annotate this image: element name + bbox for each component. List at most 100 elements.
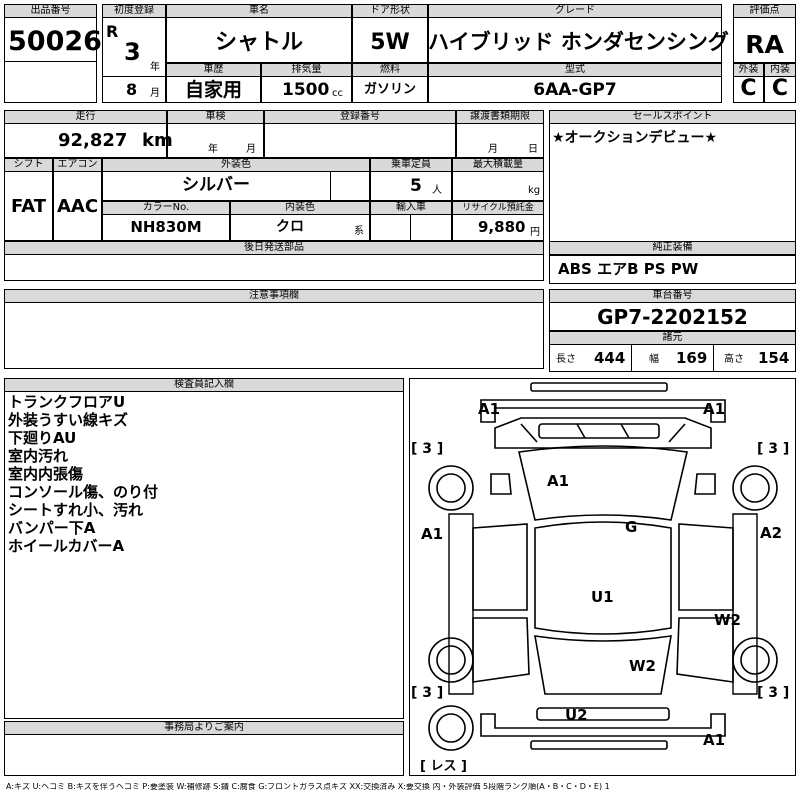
legend: A:キズ U:ヘコミ B:キズを伴うヘコミ P:要塗装 W:補修跡 S:錆 C:… xyxy=(6,783,610,791)
car-name-label: 車名 xyxy=(166,4,352,18)
ac: AAC xyxy=(56,196,99,217)
damage-mark: G xyxy=(625,518,638,536)
model-label: 型式 xyxy=(428,63,722,77)
era-letter: R xyxy=(106,22,119,41)
capacity-label: 乗車定員 xyxy=(370,158,452,172)
chassis-label: 車台番号 xyxy=(549,289,796,303)
inspector-label: 検査員記入欄 xyxy=(4,378,404,392)
transfer-month-unit: 月 xyxy=(488,144,498,155)
inspector-notes: トランクフロアU 外装うすい線キズ 下廻りAU 室内汚れ 室内内張傷 コンソール… xyxy=(8,393,158,555)
max-load-label: 最大積載量 xyxy=(452,158,544,172)
length: 444 xyxy=(594,349,626,367)
damage-mark: A2 xyxy=(760,524,783,542)
equipment-label: 純正装備 xyxy=(549,241,796,255)
inspector-line: 下廻りAU xyxy=(8,429,77,447)
recycle-unit: 円 xyxy=(530,227,540,238)
inspection-year-unit: 年 xyxy=(208,144,218,155)
history: 自家用 xyxy=(184,79,242,101)
spare-tire: [ レス ] xyxy=(420,759,467,774)
ext-color: シルバー xyxy=(182,175,250,195)
height: 154 xyxy=(758,349,790,367)
equipment: ABS エアB PS PW xyxy=(558,260,699,278)
import-label: 輸入車 xyxy=(370,201,452,215)
grade: ハイブリッド ホンダセンシング xyxy=(428,30,729,54)
first-reg-label: 初度登録 xyxy=(102,4,166,18)
width-label: 幅 xyxy=(649,354,659,365)
door-label: ドア形状 xyxy=(352,4,428,18)
grade-label: グレード xyxy=(428,4,722,18)
inspector-line: ホイールカバーA xyxy=(8,537,125,555)
damage-mark: U1 xyxy=(591,588,614,606)
chassis-number: GP7-2202152 xyxy=(597,305,748,329)
office-label: 事務局よりご案内 xyxy=(4,721,404,735)
dims-label: 諸元 xyxy=(549,331,796,345)
height-label: 高さ xyxy=(724,354,744,365)
tire-depth: [ 3 ] xyxy=(411,441,444,457)
interior-grade: C xyxy=(771,76,789,101)
door-type: 5W xyxy=(370,30,410,55)
width: 169 xyxy=(676,349,708,367)
capacity-unit: 人 xyxy=(432,185,442,196)
sales-point-label: セールスポイント xyxy=(549,110,796,124)
inspection-label: 車検 xyxy=(167,110,264,124)
later-parts-label: 後日発送部品 xyxy=(4,241,544,255)
ac-label: エアコン xyxy=(53,158,102,172)
capacity: 5 xyxy=(410,176,422,196)
office-box xyxy=(4,734,404,776)
damage-mark: U2 xyxy=(565,706,588,724)
damage-mark: A1 xyxy=(421,525,444,543)
inspector-line: シートすれ小、汚れ xyxy=(8,501,144,519)
mileage-label: 走行 xyxy=(4,110,167,124)
max-load-unit: kg xyxy=(528,185,541,196)
displacement-unit: cc xyxy=(332,88,343,99)
int-color-label: 内装色 xyxy=(230,201,370,215)
damage-mark: A1 xyxy=(478,400,501,418)
model: 6AA-GP7 xyxy=(533,80,617,100)
inspector-line: 外装うすい線キズ xyxy=(8,411,129,429)
score: RA xyxy=(745,30,784,59)
damage-mark: W2 xyxy=(629,657,656,675)
lot-number: 50026 xyxy=(8,26,102,57)
inspector-line: コンソール傷、のり付 xyxy=(8,483,159,501)
tire-depth: [ 3 ] xyxy=(757,441,790,457)
reg-no-box xyxy=(264,123,456,158)
lot-label: 出品番号 xyxy=(4,4,97,18)
transfer-label: 譲渡書類期限 xyxy=(456,110,544,124)
transfer-day-unit: 日 xyxy=(528,144,538,155)
vehicle-diagram xyxy=(428,382,778,751)
fuel-label: 燃料 xyxy=(352,63,428,77)
ext-color-label: 外装色 xyxy=(102,158,370,172)
notes-box xyxy=(4,302,544,369)
inspection-month-unit: 月 xyxy=(246,144,256,155)
int-color-unit: 系 xyxy=(354,226,364,237)
shift-label: シフト xyxy=(4,158,53,172)
sales-point: ★オークションデビュー★ xyxy=(552,130,718,146)
length-label: 長さ xyxy=(556,354,576,365)
month-unit: 月 xyxy=(150,88,160,99)
damage-mark: A1 xyxy=(703,731,726,749)
recycle-label: リサイクル預託金 xyxy=(452,201,544,215)
recycle: 9,880 xyxy=(478,218,526,236)
score-label: 評価点 xyxy=(733,4,796,18)
inspector-line: トランクフロアU xyxy=(8,393,126,411)
year-unit: 年 xyxy=(150,62,160,73)
inspector-line: 室内内張傷 xyxy=(8,465,84,483)
import-box xyxy=(370,214,452,241)
interior-label: 内装 xyxy=(764,63,796,77)
car-name: シャトル xyxy=(214,30,303,55)
notes-label: 注意事項欄 xyxy=(4,289,544,303)
inspector-line: 室内汚れ xyxy=(8,447,69,465)
history-label: 車歴 xyxy=(166,63,261,77)
color-no-label: カラーNo. xyxy=(102,201,230,215)
reg-year: 3 xyxy=(124,38,141,66)
exterior-grade: C xyxy=(740,76,757,101)
tire-depth: [ 3 ] xyxy=(757,685,790,701)
exterior-label: 外装 xyxy=(733,63,764,77)
displacement: 1500 xyxy=(282,80,330,100)
reg-no-label: 登録番号 xyxy=(264,110,456,124)
color-no: NH830M xyxy=(130,218,202,236)
tire-depth: [ 3 ] xyxy=(411,685,444,701)
mileage: 92,827 xyxy=(58,130,128,151)
fuel: ガソリン xyxy=(363,82,416,97)
displacement-label: 排気量 xyxy=(261,63,352,77)
